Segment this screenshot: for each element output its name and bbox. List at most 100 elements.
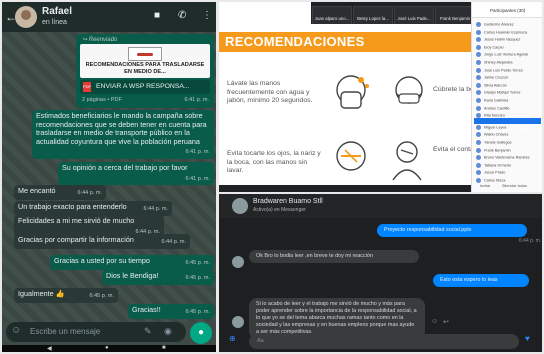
participant-row[interactable]: Eloy Carpio <box>476 44 540 52</box>
reply-icon[interactable]: ↩ <box>443 318 449 326</box>
message-bubble-outgoing[interactable]: Su opinión a cerca del trabajo por favor… <box>58 162 214 186</box>
participant-name: Shirley Alejandra <box>484 60 513 65</box>
message-bubble-incoming[interactable]: Si lo acabo de leer y el trabajo me sirv… <box>249 298 425 339</box>
participant-row[interactable]: Silvia Alarcón <box>476 82 540 90</box>
nav-recents-icon[interactable]: ■ <box>162 345 166 351</box>
participant-avatar <box>476 44 481 50</box>
message-bubble-incoming[interactable]: Un trabajo exacto para entenderlo 6:44 p… <box>14 201 172 216</box>
microphone-button[interactable]: ● <box>190 322 212 344</box>
participant-name: Jorge Luis Ventura Aguilar <box>484 52 529 57</box>
react-icon[interactable]: ☺ <box>431 318 438 325</box>
message-input-placeholder: Aa <box>257 338 264 344</box>
participant-avatar <box>476 105 481 111</box>
message-time: 6:45 p. m. <box>185 275 210 281</box>
video-call-icon[interactable]: ■ <box>154 10 160 21</box>
file-meta: 2 páginas • PDF <box>82 97 122 103</box>
nav-back-icon[interactable]: ◀ <box>47 345 52 352</box>
camera-icon[interactable]: ◉ <box>164 326 172 337</box>
participant-row[interactable]: José Luis Pardo Torres <box>476 67 540 75</box>
message-input[interactable]: Aa <box>249 334 519 349</box>
message-bubble-incoming[interactable]: Igualmente 👍 6:45 p. m. <box>14 288 118 303</box>
participant-name: Jaime Cruzcer <box>484 75 509 80</box>
message-bubble-outgoing[interactable]: Esto esta espero lo leas <box>433 274 529 287</box>
participant-row[interactable]: Waldo Chávez <box>476 132 540 139</box>
message-text: Me encantó <box>18 186 56 195</box>
handwash-icon <box>336 75 369 109</box>
message-time: 6:44 p. m. <box>161 239 186 245</box>
participant-row[interactable]: Yanela Gallegos <box>476 140 540 147</box>
invite-button[interactable]: Invitar <box>480 184 490 188</box>
mute-all-button[interactable]: Silenciar todos <box>502 184 527 188</box>
contact-name[interactable]: Bradwaren Buamo Stll <box>253 198 323 205</box>
contact-name[interactable]: Rafael <box>42 6 72 17</box>
participant-row[interactable]: Jorge Luis Ventura Aguilar <box>476 52 540 59</box>
face-touch-icon <box>336 141 366 171</box>
message-time: 6:44 p. m. <box>519 238 542 244</box>
participant-row[interactable]: Jesús Hatim Vasquez <box>476 37 540 44</box>
participant-name: Karla Gabriela <box>484 98 509 103</box>
like-icon[interactable]: ♥ <box>525 334 530 343</box>
avatar[interactable] <box>232 198 248 214</box>
attach-clip-icon[interactable]: ✎ <box>144 326 152 337</box>
participant-row[interactable]: Andres Castillo <box>476 105 540 113</box>
message-bubble-outgoing[interactable]: Gracias a usted por su tiempo 6:45 p. m. <box>50 255 214 270</box>
meeting-bottom-bar <box>219 185 471 192</box>
plus-icon[interactable]: ⊕ <box>229 334 236 343</box>
participant-avatar <box>476 75 481 81</box>
participant-avatar <box>476 82 481 88</box>
message-input-bar[interactable]: ☺ Escribe un mensaje ✎ ◉ <box>6 322 186 342</box>
message-bubble-incoming[interactable]: Me encantó 6:44 p. m. <box>14 185 106 200</box>
document-preview-title: RECOMENDACIONES PARA TRASLADARSE EN MEDI… <box>85 62 205 75</box>
emoji-icon[interactable]: ☺ <box>11 325 21 336</box>
more-options-icon[interactable]: ⋮ <box>202 10 212 21</box>
avatar[interactable] <box>15 6 37 28</box>
message-bubble-incoming[interactable]: Gracias por compartir la información 6:4… <box>14 234 190 249</box>
participant-avatar <box>476 29 481 35</box>
participant-avatar <box>476 140 481 145</box>
participant-name: Eloy Carpio <box>484 45 504 50</box>
participant-name: Andres Castillo <box>484 106 510 111</box>
participant-row[interactable]: Jaime Cruzcer <box>476 75 540 82</box>
message-text: Gracias a usted por su tiempo <box>54 256 150 265</box>
pdf-file-attachment[interactable]: PDF ENVIAR A WSP RESPONSA... <box>80 80 210 94</box>
participant-name: Tatiana Ormeño <box>484 163 512 168</box>
participant-row[interactable]: Josué Prado <box>476 170 540 177</box>
document-preview[interactable]: RECOMENDACIONES PARA TRASLADARSE EN MEDI… <box>80 44 210 78</box>
participant-row[interactable]: Shirley Alejandra <box>476 60 540 67</box>
participant-row[interactable]: Bruno Valderrama Ramirez <box>476 155 540 162</box>
screenshot-collage: ← Rafael en línea ■ ✆ ⋮ ↪ Reenviado RECO… <box>0 0 544 354</box>
message-bubble-incoming[interactable]: Ok Bro lo bodia leer ,en breve te doy mi… <box>249 250 419 263</box>
participant-row[interactable]: Tatiana Ormeño <box>476 162 540 170</box>
message-text: Su opinión a cerca del trabajo por favor <box>62 163 188 172</box>
file-name: ENVIAR A WSP RESPONSA... <box>96 83 190 90</box>
participant-row[interactable]: Guillermo Alvarez <box>476 22 540 29</box>
avatar <box>232 256 244 268</box>
nav-home-icon[interactable]: ● <box>105 345 109 351</box>
message-time: 6:45 p. m. <box>185 309 210 315</box>
message-time: 6:45 p. m. <box>185 260 210 266</box>
participant-name: Rita Narciso <box>484 113 505 118</box>
message-bubble-outgoing[interactable]: Gracias!! 6:45 p. m. <box>128 304 214 319</box>
participant-row[interactable]: Karla Gabriela <box>476 98 540 105</box>
participant-row[interactable]: Frank Benjamin <box>476 147 540 155</box>
message-time: 6:45 p. m. <box>89 293 114 299</box>
message-time: 6:41 p. m. <box>185 149 210 156</box>
message-bubble-outgoing[interactable]: Dios le Bendiga! 6:45 p. m. <box>102 270 214 285</box>
participant-name: Miguel Leyva <box>484 125 507 130</box>
participant-avatar <box>476 67 481 73</box>
message-time: 6:41 p. m. <box>184 97 209 103</box>
participant-row[interactable]: Gladys Mallqui Torres <box>476 90 540 97</box>
participant-name: Frank Benjamin <box>484 148 511 153</box>
logo-image <box>128 47 162 61</box>
face-mask-icon <box>395 76 423 104</box>
message-input[interactable]: Escribe un mensaje <box>30 327 100 336</box>
phone-call-icon[interactable]: ✆ <box>178 10 186 21</box>
participant-row[interactable]: Miguel Leyva <box>476 124 540 132</box>
participant-row[interactable]: Carlos Huamán Espinoza <box>476 29 540 37</box>
forwarded-document-message[interactable]: ↪ Reenviado RECOMENDACIONES PARA TRASLAD… <box>76 34 214 108</box>
message-bubble-outgoing[interactable]: Estimados beneficiarios le mando la camp… <box>32 110 214 159</box>
contact-status: Activo(a) en Messenger <box>253 207 306 213</box>
participant-avatar <box>476 22 481 27</box>
message-bubble-outgoing[interactable]: Proyecto responsabilidad social.pptx <box>377 224 527 237</box>
participant-row[interactable]: Rita Narciso <box>476 113 540 120</box>
